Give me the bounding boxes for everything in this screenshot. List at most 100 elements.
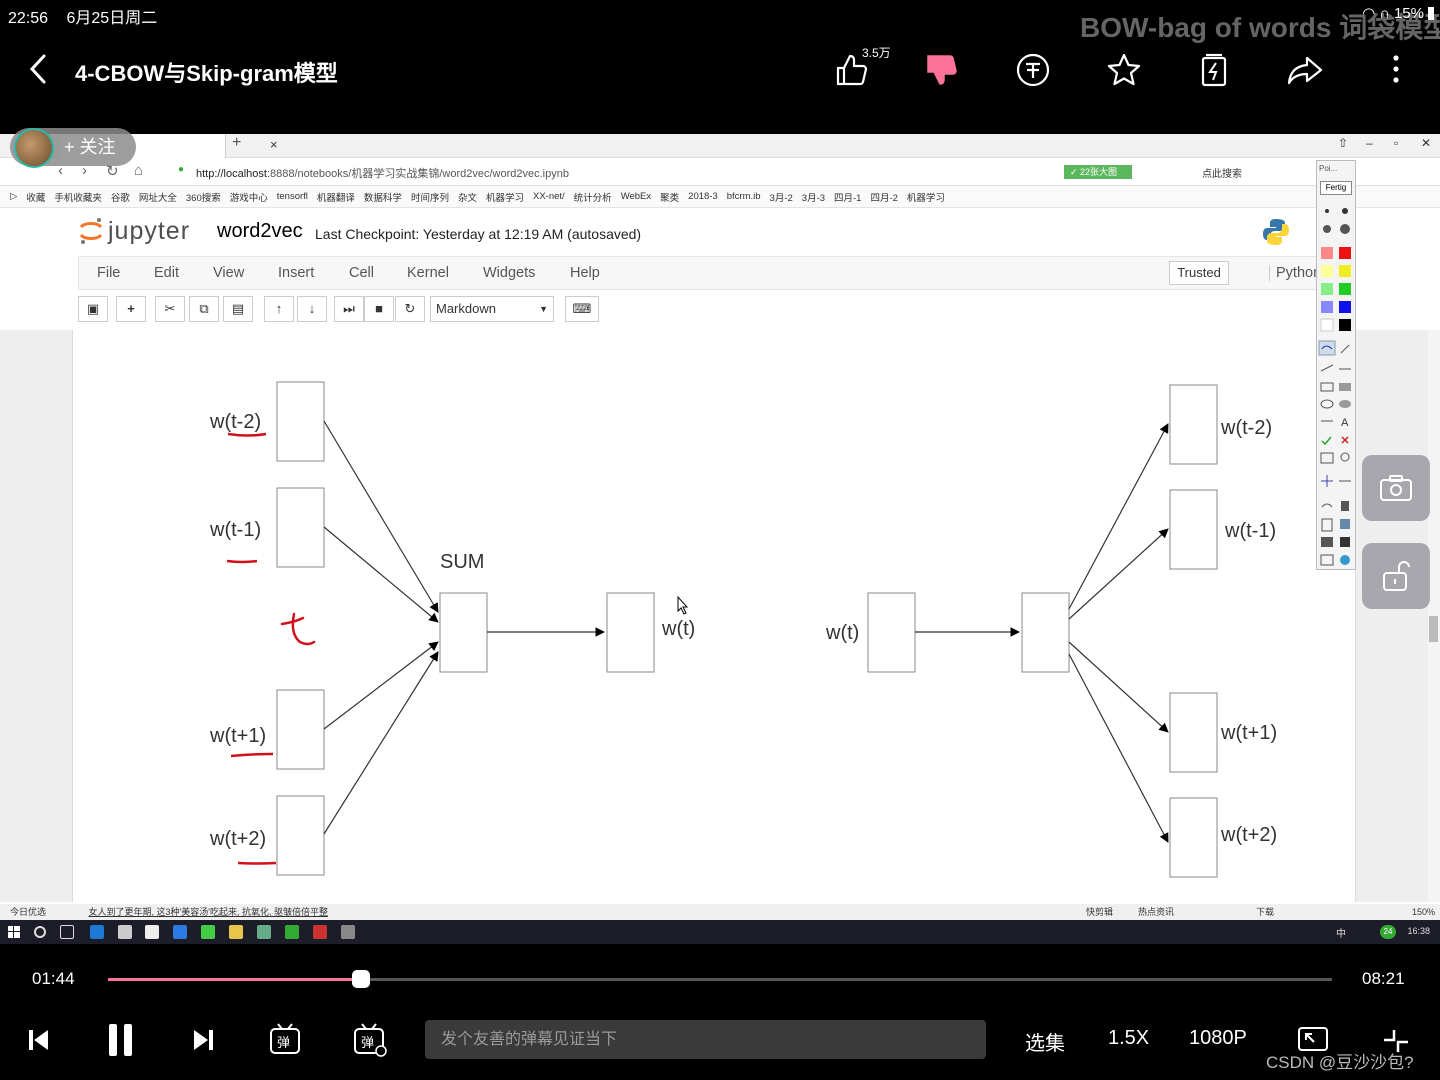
share-icon xyxy=(1287,56,1323,85)
unlock-icon xyxy=(1383,561,1410,591)
annotation-title: Poi... xyxy=(1319,164,1338,173)
cbow-input-box-4 xyxy=(276,795,325,876)
red-underline-1 xyxy=(227,432,267,437)
battery-icon xyxy=(1428,6,1434,20)
chrome-icon[interactable] xyxy=(201,925,215,939)
status-date: 6月25日周二 xyxy=(66,10,158,27)
red-underline-4 xyxy=(237,861,277,865)
cbow-input-label-2: w(t-1) xyxy=(209,519,261,541)
cbow-input-box-1 xyxy=(276,381,325,462)
chevron-left-icon xyxy=(29,54,46,84)
dislike-icon xyxy=(927,55,957,85)
store-icon[interactable] xyxy=(118,925,132,939)
current-time: 01:44 xyxy=(32,969,75,988)
app-icon-1[interactable] xyxy=(173,925,187,939)
speed-button[interactable]: 1.5X xyxy=(1108,1027,1149,1050)
cbow-input-label-1: w(t-2) xyxy=(209,411,261,433)
status-item-news[interactable]: 热点资讯 xyxy=(1138,904,1174,920)
coin-icon xyxy=(1016,53,1050,87)
favorite-button[interactable] xyxy=(1104,50,1144,90)
cbow-arrow-1 xyxy=(323,420,439,613)
star-icon xyxy=(1107,53,1141,86)
status-news-link[interactable]: 女人到了更年期, 这3种'美容汤'吃起来, 抗氧化, 驱皱倍倍平整 xyxy=(89,907,328,917)
browser-status-bar: 今日优选 女人到了更年期, 这3种'美容汤'吃起来, 抗氧化, 驱皱倍倍平整 快… xyxy=(0,904,1440,920)
skip-input-box xyxy=(867,592,916,673)
skip-projection-box xyxy=(1021,592,1070,673)
app-icon-2[interactable] xyxy=(257,925,271,939)
coin-button[interactable] xyxy=(1013,50,1053,90)
skip-output-label-3: w(t+1) xyxy=(1220,722,1277,744)
status-zoom[interactable]: 150% xyxy=(1412,904,1435,920)
dislike-button[interactable] xyxy=(922,50,962,90)
red-underline-2 xyxy=(226,559,258,564)
task-view-icon[interactable] xyxy=(60,925,74,939)
danmaku-icon: 弹 xyxy=(270,1023,300,1054)
danmaku-settings-icon: 弹 xyxy=(354,1023,387,1057)
fertig-button[interactable]: Fertig xyxy=(1320,181,1352,195)
skip-output-box-1 xyxy=(1169,384,1218,465)
cbow-input-box-3 xyxy=(276,689,325,770)
status-indicators: ◠ ∩ 15% xyxy=(1362,4,1434,22)
share-button[interactable] xyxy=(1285,50,1325,90)
danmaku-settings[interactable]: 弹 xyxy=(352,1020,388,1060)
skip-input-label: w(t) xyxy=(825,622,859,644)
cortana-icon[interactable] xyxy=(34,926,46,938)
annotation-palette: A xyxy=(1318,208,1351,566)
uploader-avatar[interactable] xyxy=(14,128,54,168)
status-item-download[interactable]: 下载 xyxy=(1256,904,1274,920)
danmaku-input[interactable]: 发个友善的弹幕见证当下 xyxy=(425,1020,986,1059)
skip-output-label-2: w(t-1) xyxy=(1224,520,1276,542)
word2vec-diagram: w(t-2) w(t-1) w(t+1) w(t+2) SUM w(t) w(t… xyxy=(209,381,1277,878)
screenshot-button[interactable] xyxy=(1362,455,1430,521)
pdf-icon[interactable] xyxy=(313,925,327,939)
skip-output-box-4 xyxy=(1169,797,1218,878)
windows-taskbar: 24 中 16:38 xyxy=(0,920,1440,944)
previous-button[interactable] xyxy=(26,1020,52,1060)
collect-button[interactable] xyxy=(1194,50,1234,90)
folder-icon[interactable] xyxy=(229,925,243,939)
edge-browser-icon[interactable] xyxy=(90,925,104,939)
excel-icon[interactable] xyxy=(285,925,299,939)
video-title: 4-CBOW与Skip-gram模型 xyxy=(75,61,338,86)
episodes-button[interactable]: 选集 xyxy=(1025,1027,1065,1056)
danmaku-toggle[interactable]: 弹 xyxy=(268,1020,304,1060)
more-button[interactable] xyxy=(1376,50,1416,90)
more-icon xyxy=(1393,55,1399,83)
next-button[interactable] xyxy=(190,1020,216,1060)
skip-output-box-2 xyxy=(1169,489,1218,570)
ime-indicator[interactable]: 中 xyxy=(1336,925,1346,940)
windows-start-icon[interactable] xyxy=(8,926,20,938)
status-time: 22:56 6月25日周二 xyxy=(8,4,157,28)
skip-output-label-1: w(t-2) xyxy=(1220,417,1272,439)
tray-badge[interactable]: 24 xyxy=(1380,925,1396,939)
cbow-arrow-3 xyxy=(323,641,439,730)
skip-previous-icon xyxy=(29,1030,48,1050)
cbow-output-box xyxy=(606,592,655,673)
cbow-sum-label: SUM xyxy=(440,551,484,573)
battery-percent: 15% xyxy=(1393,4,1424,22)
mail-icon[interactable] xyxy=(145,925,159,939)
progress-knob[interactable] xyxy=(352,970,370,988)
pause-button[interactable] xyxy=(106,1020,136,1060)
cbow-input-box-2 xyxy=(276,487,325,568)
wifi-icon: ◠ xyxy=(1362,5,1376,22)
cbow-arrow-2 xyxy=(323,526,439,623)
skip-next-icon xyxy=(194,1030,213,1050)
lock-screen-button[interactable] xyxy=(1362,543,1430,609)
app-icon-3[interactable] xyxy=(341,925,355,939)
cbow-sum-box xyxy=(439,592,488,673)
charge-icon xyxy=(1201,53,1227,87)
video-frame[interactable]: × + ⇧ – ▫ ✕ ‹ › ↻ ⌂ ● http://localhost:8… xyxy=(0,134,1440,944)
mouse-cursor-icon xyxy=(677,595,689,615)
pause-icon xyxy=(109,1024,132,1056)
status-item-clip[interactable]: 快剪辑 xyxy=(1086,904,1113,920)
red-handwritten-t xyxy=(280,612,316,646)
skip-output-label-4: w(t+2) xyxy=(1220,824,1277,846)
status-feed-label: 今日优选 xyxy=(10,907,47,917)
progress-fill xyxy=(108,978,361,981)
back-button[interactable] xyxy=(24,52,54,86)
status-clock: 22:56 xyxy=(8,10,49,27)
like-count: 3.5万 xyxy=(862,46,891,60)
cbow-arrow-4 xyxy=(323,651,439,835)
quality-button[interactable]: 1080P xyxy=(1189,1027,1247,1050)
